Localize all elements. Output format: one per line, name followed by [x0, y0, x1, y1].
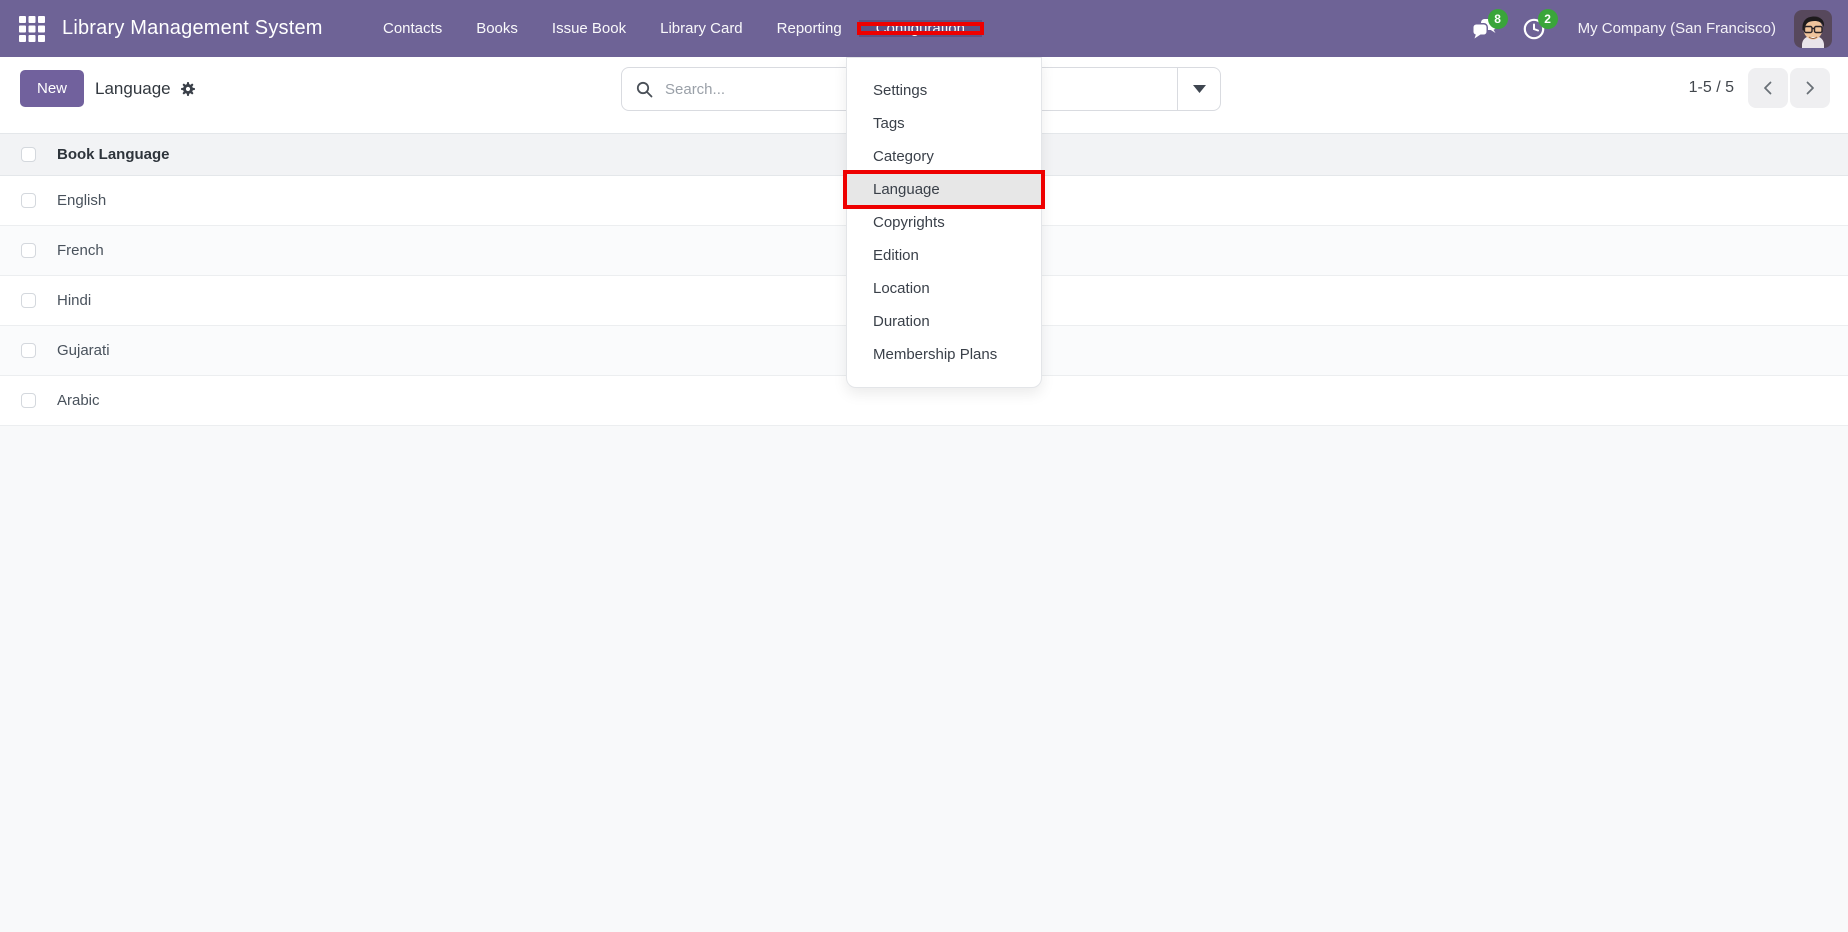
menu-item-language-label: Language — [873, 181, 940, 198]
nav-menu-configuration[interactable]: Configuration — [859, 20, 982, 37]
row-checkbox[interactable] — [21, 193, 36, 208]
row-checkbox-cell — [0, 393, 57, 408]
column-header-book-language[interactable]: Book Language — [57, 146, 170, 163]
row-checkbox[interactable] — [21, 393, 36, 408]
select-all-checkbox[interactable] — [21, 147, 36, 162]
pager-buttons — [1748, 68, 1830, 108]
nav-menu-reporting[interactable]: Reporting — [760, 20, 859, 37]
pager-value: 1-5 / 5 — [1689, 79, 1734, 97]
cell-book-language: French — [57, 242, 104, 259]
row-checkbox[interactable] — [21, 343, 36, 358]
menu-item-membership-plans[interactable]: Membership Plans — [847, 338, 1041, 371]
row-checkbox-cell — [0, 343, 57, 358]
nav-menu-books[interactable]: Books — [459, 20, 535, 37]
user-avatar[interactable] — [1794, 10, 1832, 48]
chevron-left-icon — [1761, 80, 1775, 96]
activities-count-badge: 2 — [1538, 9, 1558, 29]
company-switcher[interactable]: My Company (San Francisco) — [1578, 20, 1776, 37]
menu-item-location[interactable]: Location — [847, 272, 1041, 305]
pager: 1-5 / 5 — [1689, 68, 1830, 108]
search-icon — [622, 81, 665, 98]
configuration-dropdown-menu: Settings Tags Category Language Copyrigh… — [846, 57, 1042, 388]
new-button[interactable]: New — [20, 70, 84, 107]
navbar-left: Library Management System Contacts Books… — [0, 0, 982, 57]
chevron-right-icon — [1803, 80, 1817, 96]
search-dropdown-toggle[interactable] — [1178, 68, 1220, 110]
apps-grid-icon[interactable] — [16, 13, 48, 45]
navbar-spacer — [982, 0, 1468, 57]
messages-icon-button[interactable]: 8 — [1468, 12, 1502, 46]
page-title: Language — [95, 79, 171, 99]
navbar-right: 8 2 My Company (San Francisco) — [1468, 0, 1848, 57]
pager-next-button[interactable] — [1790, 68, 1830, 108]
menu-item-category[interactable]: Category — [847, 140, 1041, 173]
apps-grid-glyph — [19, 16, 45, 42]
menu-item-tags[interactable]: Tags — [847, 107, 1041, 140]
row-checkbox-cell — [0, 243, 57, 258]
nav-menu-issue-book[interactable]: Issue Book — [535, 20, 643, 37]
activities-icon-button[interactable]: 2 — [1518, 12, 1552, 46]
row-checkbox-cell — [0, 193, 57, 208]
row-checkbox[interactable] — [21, 293, 36, 308]
messages-count-badge: 8 — [1488, 9, 1508, 29]
app-title[interactable]: Library Management System — [62, 17, 340, 40]
gear-icon[interactable] — [180, 81, 196, 97]
menu-item-settings[interactable]: Settings — [847, 74, 1041, 107]
menu-item-edition[interactable]: Edition — [847, 239, 1041, 272]
cell-book-language: Hindi — [57, 292, 91, 309]
header-checkbox-cell — [0, 147, 57, 162]
breadcrumb: Language — [95, 70, 196, 107]
cell-book-language: English — [57, 192, 106, 209]
row-checkbox-cell — [0, 293, 57, 308]
cell-book-language: Arabic — [57, 392, 100, 409]
top-navbar: Library Management System Contacts Books… — [0, 0, 1848, 57]
cell-book-language: Gujarati — [57, 342, 110, 359]
menu-item-duration[interactable]: Duration — [847, 305, 1041, 338]
pager-previous-button[interactable] — [1748, 68, 1788, 108]
avatar-image — [1794, 10, 1832, 48]
menu-item-language[interactable]: Language — [847, 173, 1041, 206]
menu-item-copyrights[interactable]: Copyrights — [847, 206, 1041, 239]
chevron-down-icon — [1193, 85, 1206, 93]
row-checkbox[interactable] — [21, 243, 36, 258]
nav-menu-configuration-label: Configuration — [876, 20, 965, 37]
nav-menu-library-card[interactable]: Library Card — [643, 20, 760, 37]
nav-menu-contacts[interactable]: Contacts — [366, 20, 459, 37]
